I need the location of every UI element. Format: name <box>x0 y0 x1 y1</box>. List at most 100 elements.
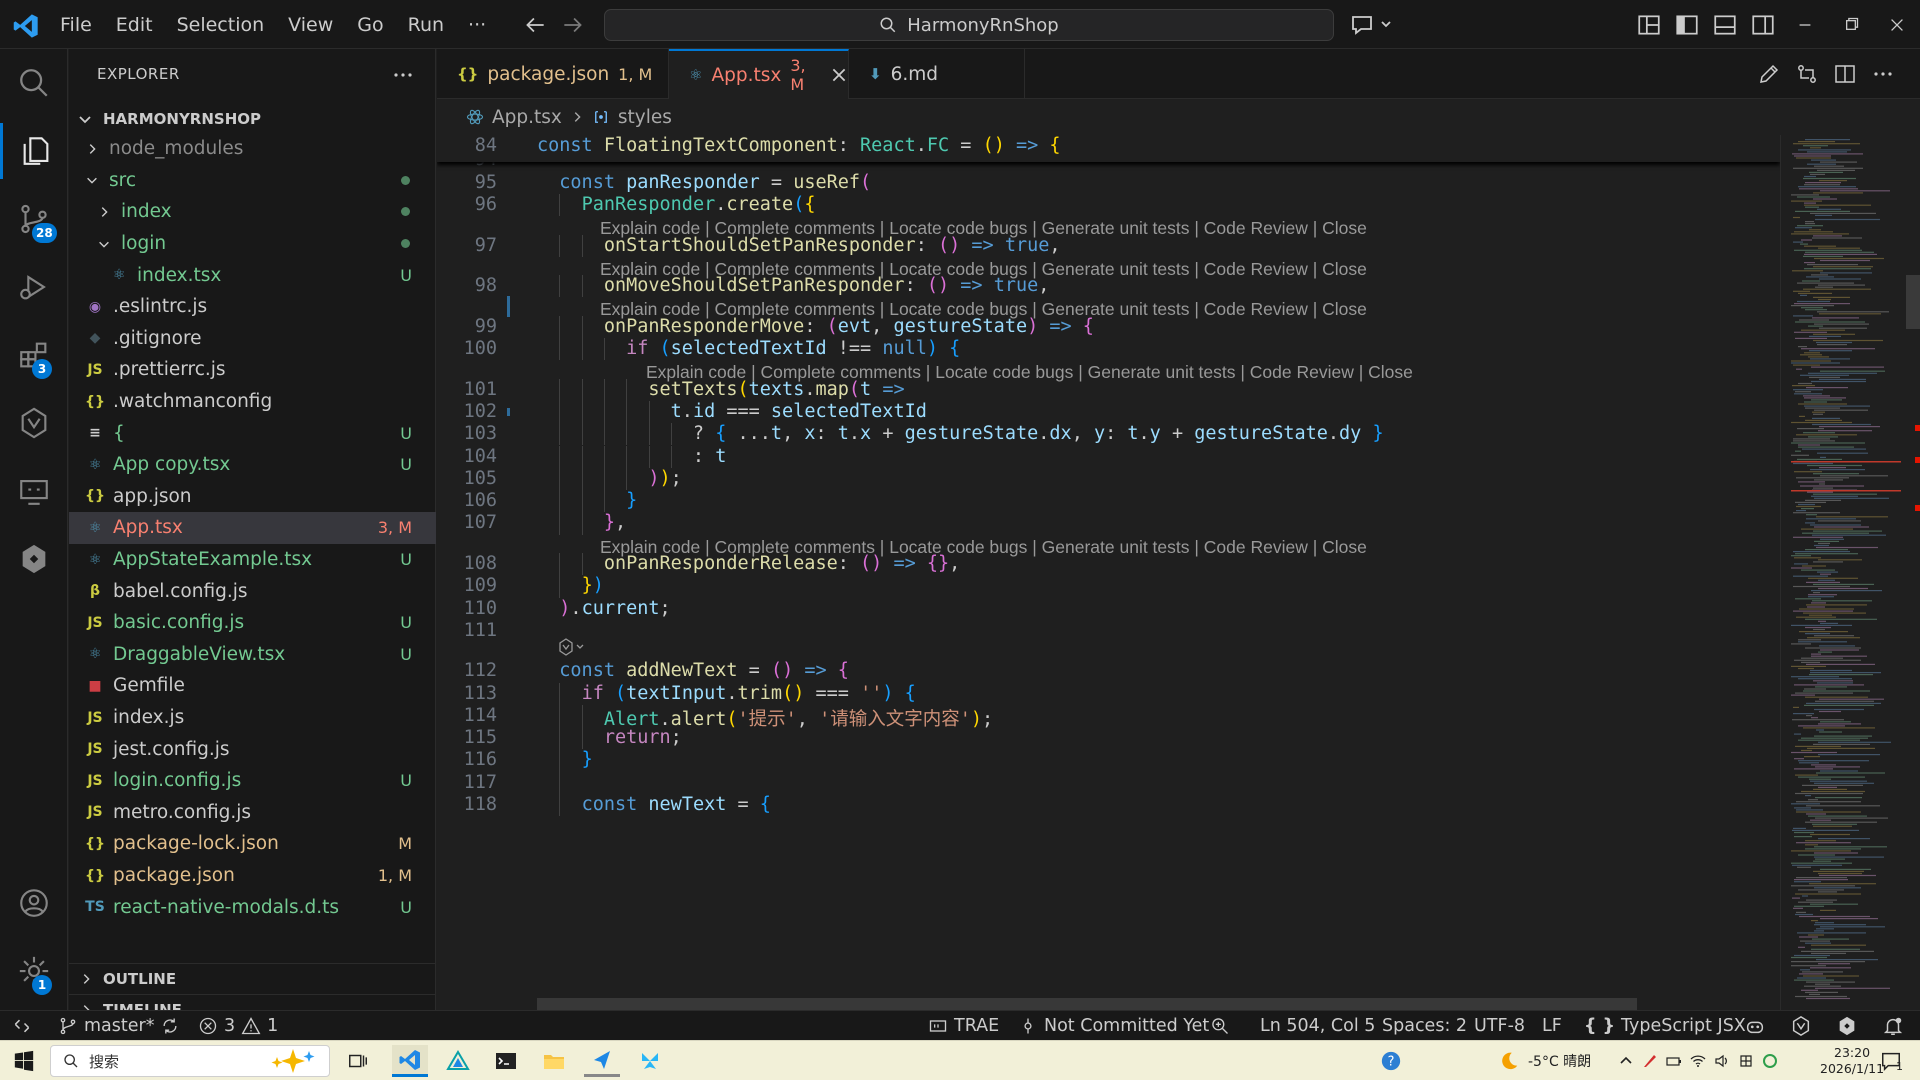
git-blame[interactable]: Not Committed Yet <box>1018 1011 1209 1041</box>
toggle-sidebar-icon[interactable] <box>1674 12 1700 38</box>
tray-clock[interactable]: 23:20 2026/1/11 <box>1820 1041 1884 1080</box>
indentation[interactable]: Spaces: 2 <box>1382 1011 1467 1041</box>
code-line[interactable]: : t <box>537 446 726 467</box>
breadcrumb-file[interactable]: App.tsx <box>492 107 562 128</box>
activity-cangjie[interactable] <box>0 395 68 451</box>
copilot-chat-icon[interactable] <box>1350 12 1394 38</box>
tree-folder[interactable]: index <box>69 196 436 228</box>
vscode-logo-icon[interactable] <box>12 12 40 40</box>
code-line[interactable]: onStartShouldSetPanResponder: () => true… <box>537 235 1061 256</box>
taskbar-terminal[interactable] <box>488 1045 524 1077</box>
language-mode[interactable]: { } TypeScript JSX <box>1584 1011 1746 1041</box>
tab-package-json[interactable]: {} package.json 1, M <box>437 49 669 99</box>
tree-file[interactable]: JS login.config.js U <box>69 765 436 797</box>
taskbar-search[interactable]: 搜索 <box>50 1045 330 1077</box>
tree-file[interactable]: ⚛ DraggableView.tsx U <box>69 639 436 671</box>
menu-item-edit[interactable]: Edit <box>104 8 165 42</box>
code-line[interactable]: onMoveShouldSetPanResponder: () => true, <box>537 275 1050 296</box>
code-line[interactable]: const newText = { <box>537 794 771 815</box>
tab-app-tsx[interactable]: ⚛ App.tsx 3, M <box>669 49 849 99</box>
copilot-status[interactable] <box>1744 1011 1766 1041</box>
customize-layout-icon[interactable] <box>1636 12 1662 38</box>
code-line[interactable]: if (textInput.trim() === '') { <box>537 683 916 704</box>
minimap[interactable] <box>1780 135 1920 1010</box>
activity-accounts[interactable] <box>0 875 68 931</box>
tree-file[interactable]: JS metro.config.js <box>69 797 436 829</box>
code-line[interactable]: ).current; <box>537 598 670 619</box>
menu-item-view[interactable]: View <box>276 8 345 42</box>
taskbar-vscode[interactable] <box>392 1045 428 1077</box>
menu-item-more[interactable]: ··· <box>456 8 498 42</box>
code-line[interactable]: } <box>537 749 593 770</box>
trae-indicator[interactable]: TRAE <box>928 1011 999 1041</box>
remote-indicator[interactable] <box>12 1011 32 1041</box>
menu-item-run[interactable]: Run <box>396 8 456 42</box>
tree-file[interactable]: {} .watchmanconfig <box>69 386 436 418</box>
code-line[interactable]: setTexts(texts.map(t => <box>537 379 904 400</box>
tree-file[interactable]: ⚛ App.tsx 3, M <box>69 512 436 544</box>
activity-explorer[interactable] <box>0 123 68 179</box>
horizontal-scrollbar[interactable] <box>537 998 1637 1010</box>
tray-notifications[interactable]: 1 <box>1880 1041 1903 1080</box>
tray-icons[interactable] <box>1618 1041 1778 1080</box>
code-line[interactable]: const addNewText = () => { <box>537 660 849 681</box>
edit-pencil-icon[interactable] <box>1757 62 1781 86</box>
minimize-icon[interactable] <box>1792 12 1818 38</box>
tree-file[interactable]: JS index.js <box>69 702 436 734</box>
encoding[interactable]: UTF-8 <box>1474 1011 1525 1041</box>
activity-remote-explorer[interactable] <box>0 463 68 519</box>
tray-weather[interactable]: -5°C 晴朗 <box>1498 1041 1591 1080</box>
code-line[interactable]: PanResponder.create({ <box>537 194 816 215</box>
cangjie-status[interactable] <box>1790 1011 1812 1041</box>
command-center-search[interactable]: HarmonyRnShop <box>604 9 1334 41</box>
toggle-secondary-sidebar-icon[interactable] <box>1750 12 1776 38</box>
deveco-status[interactable] <box>1836 1011 1858 1041</box>
activity-run-debug[interactable] <box>0 259 68 315</box>
end-of-line[interactable]: LF <box>1542 1011 1562 1041</box>
restore-icon[interactable] <box>1838 12 1864 38</box>
code-line[interactable]: }) <box>537 575 604 596</box>
tree-file[interactable]: ⚛ index.tsx U <box>69 259 436 291</box>
section-outline[interactable]: OUTLINE <box>69 963 436 993</box>
tree-file[interactable]: ≡ {U <box>69 417 436 449</box>
tree-file[interactable]: ◉ .eslintrc.js <box>69 291 436 323</box>
tree-file[interactable]: {} app.json <box>69 481 436 513</box>
back-arrow-icon[interactable] <box>522 12 548 38</box>
taskbar-deveco[interactable] <box>440 1045 476 1077</box>
code-line[interactable]: onPanResponderRelease: () => {}, <box>537 553 960 574</box>
tree-file[interactable]: JS jest.config.js <box>69 733 436 765</box>
sticky-scroll-header[interactable]: 84 const FloatingTextComponent: React.FC … <box>437 135 1780 162</box>
zoom-indicator[interactable] <box>1210 1011 1230 1041</box>
tree-file[interactable]: JS basic.config.js U <box>69 607 436 639</box>
tree-file[interactable]: JS .prettierrc.js <box>69 354 436 386</box>
more-actions-icon[interactable] <box>391 63 415 87</box>
workspace-root-folder[interactable]: HARMONYRNSHOP <box>69 105 436 133</box>
tab-6-md[interactable]: ⬇ 6.md <box>849 49 1025 99</box>
task-view-button[interactable] <box>340 1045 376 1077</box>
tray-help[interactable]: ? <box>1380 1041 1402 1080</box>
activity-deveco[interactable] <box>0 531 68 587</box>
split-editor-icon[interactable] <box>1833 62 1857 86</box>
code-line[interactable]: ? { ...t, x: t.x + gestureState.dx, y: t… <box>537 423 1384 444</box>
tree-file[interactable]: {} package.json 1, M <box>69 860 436 892</box>
toggle-panel-icon[interactable] <box>1712 12 1738 38</box>
tree-file[interactable]: ⚛ App copy.tsx U <box>69 449 436 481</box>
cursor-position[interactable]: Ln 504, Col 5 <box>1260 1011 1375 1041</box>
menu-item-file[interactable]: File <box>48 8 104 42</box>
activity-source-control[interactable]: 28 <box>0 191 68 247</box>
tree-file[interactable]: TS react-native-modals.d.ts U <box>69 891 436 923</box>
tree-folder[interactable]: login <box>69 228 436 260</box>
tree-folder[interactable]: node_modules <box>69 133 436 165</box>
taskbar-app-blue[interactable] <box>584 1045 620 1077</box>
breadcrumb-symbol[interactable]: styles <box>618 107 672 128</box>
tree-file[interactable]: β babel.config.js <box>69 575 436 607</box>
code-line[interactable]: onPanResponderMove: (evt, gestureState) … <box>537 316 1094 337</box>
problems-indicator[interactable]: 3 1 <box>198 1011 278 1041</box>
more-actions-icon[interactable] <box>1871 62 1895 86</box>
close-icon[interactable] <box>830 66 848 84</box>
tree-file[interactable]: ◆ .gitignore <box>69 323 436 355</box>
git-branch[interactable]: master* <box>58 1011 180 1041</box>
activity-search[interactable] <box>0 55 68 111</box>
code-line[interactable]: t.id === selectedTextId <box>537 401 927 422</box>
tree-file[interactable]: ■ Gemfile <box>69 670 436 702</box>
